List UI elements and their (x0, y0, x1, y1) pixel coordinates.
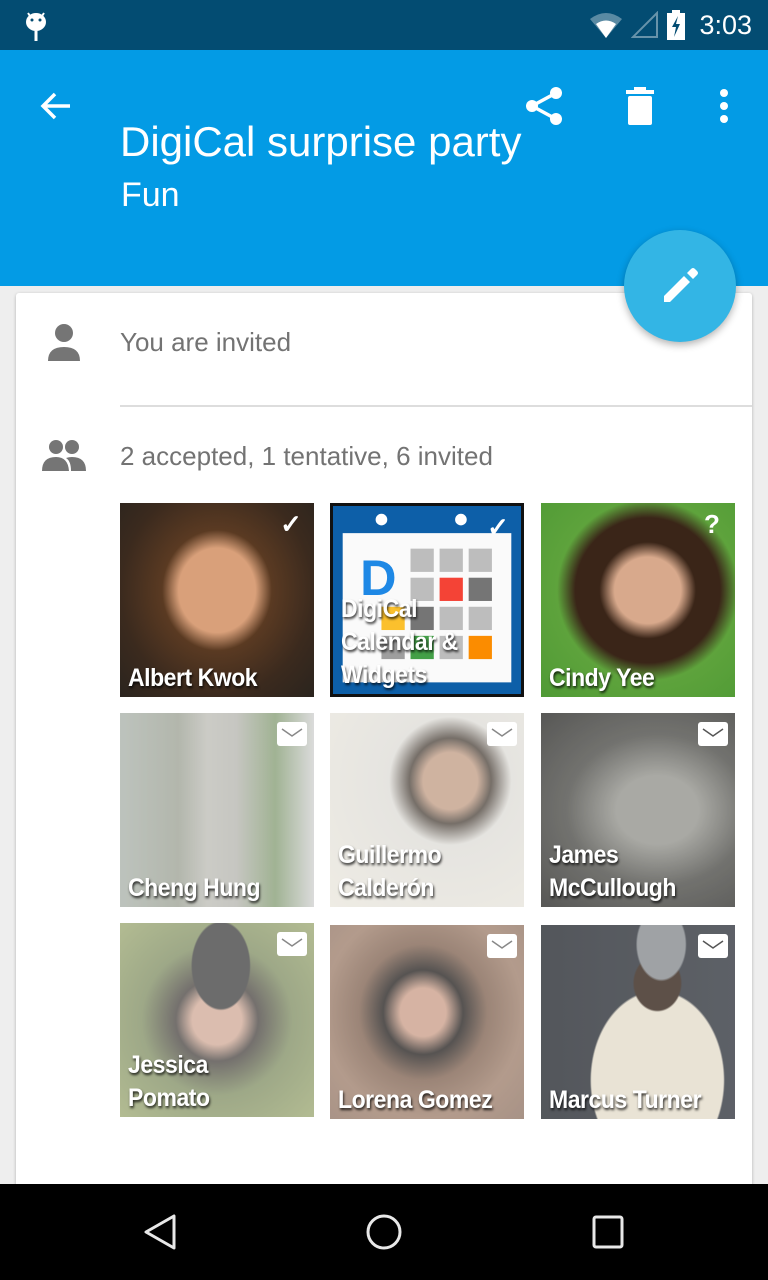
accepted-check-icon: ✓ (280, 508, 302, 539)
attendee-name: Lorena Gomez (338, 1086, 493, 1114)
attendee-name: James McCullough (549, 841, 676, 902)
delete-button[interactable] (612, 78, 668, 134)
delete-icon (626, 87, 654, 125)
nav-back-button[interactable] (130, 1204, 190, 1260)
divider (120, 405, 752, 407)
tentative-question-icon: ? (704, 508, 720, 539)
mail-icon (487, 934, 517, 958)
attendee-summary: 2 accepted, 1 tentative, 6 invited (120, 441, 493, 471)
attendee-name: DigiCal Calendar & Widgets (341, 595, 458, 689)
attendee-tile[interactable]: ? Cindy Yee (541, 503, 735, 697)
attendee-tile[interactable]: James McCullough (541, 713, 735, 907)
attendee-tile[interactable]: Lorena Gomez (330, 925, 524, 1119)
share-icon (526, 87, 562, 125)
attendee-tile[interactable]: D ✓ DigiCal Calendar & Widgets (330, 503, 524, 697)
recents-icon (592, 1215, 624, 1249)
status-icons: 3:03 (589, 8, 752, 42)
people-icon (42, 440, 86, 471)
cell-signal-icon (631, 11, 659, 38)
mail-icon (487, 722, 517, 746)
clock: 3:03 (699, 9, 752, 40)
attendee-name: Guillermo Calderón (338, 841, 442, 902)
edit-fab[interactable] (624, 230, 736, 342)
android-debug-icon (26, 12, 46, 41)
mail-icon (277, 722, 307, 746)
invitation-status: You are invited (120, 327, 292, 357)
back-button[interactable] (28, 78, 84, 134)
attendee-name: Cindy Yee (549, 664, 655, 692)
attendee-name: Jessica Pomato (128, 1051, 210, 1112)
attendee-name: Marcus Turner (549, 1086, 702, 1114)
more-vert-icon (720, 89, 728, 123)
mail-icon (698, 722, 728, 746)
home-icon (366, 1214, 402, 1250)
mail-icon (277, 932, 307, 956)
pencil-icon (664, 268, 698, 302)
mail-icon (698, 934, 728, 958)
attendee-tile[interactable]: Cheng Hung (120, 713, 314, 907)
navigation-bar (0, 1184, 768, 1280)
event-calendar: Fun (121, 176, 180, 214)
person-icon (48, 324, 80, 361)
wifi-icon (590, 13, 623, 38)
nav-recents-button[interactable] (578, 1204, 638, 1260)
attendee-tile[interactable]: Marcus Turner (541, 925, 735, 1119)
accepted-check-icon: ✓ (487, 511, 509, 542)
attendee-tile[interactable]: Jessica Pomato (120, 923, 314, 1117)
nav-home-button[interactable] (354, 1204, 414, 1260)
back-icon (144, 1214, 176, 1250)
attendee-tile[interactable]: Guillermo Calderón (330, 713, 524, 907)
status-bar: 3:03 (0, 0, 768, 50)
attendee-name: Albert Kwok (128, 664, 258, 692)
share-button[interactable] (516, 78, 572, 134)
more-options-button[interactable] (696, 78, 752, 134)
attendee-tile[interactable]: ✓ Albert Kwok (120, 503, 314, 697)
arrow-back-icon (40, 92, 70, 120)
event-title: DigiCal surprise party (120, 118, 522, 165)
battery-charging-icon (667, 10, 686, 40)
attendee-name: Cheng Hung (128, 874, 261, 902)
